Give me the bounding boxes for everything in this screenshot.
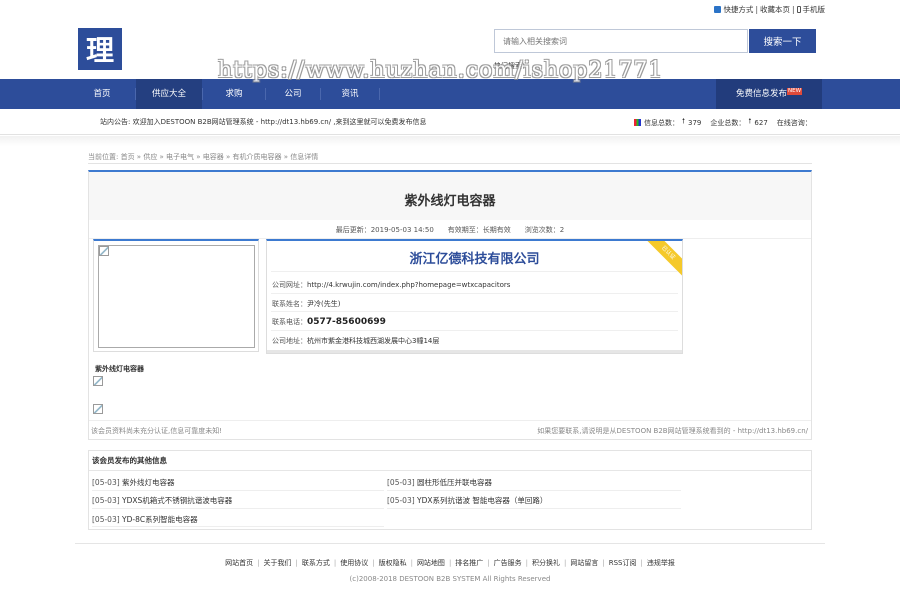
list-item[interactable]: [05-03] 紫外线灯电容器 [92, 477, 175, 488]
publish-button[interactable]: 免费信息发布NEW [716, 79, 822, 109]
contact-phone-row: 联系电话：0577-85600699 [272, 317, 386, 327]
up-arrow-icon: 🠕 [748, 117, 752, 125]
footer-link-sitemap[interactable]: 网站地图 [417, 559, 445, 567]
contact-note: 如果您要联系,请说明是从DESTOON B2B网站管理系统看到的 - http:… [537, 427, 808, 435]
footer-link-privacy[interactable]: 版权隐私 [379, 559, 407, 567]
favorite-link[interactable]: 收藏本页 [760, 4, 790, 15]
search-input[interactable] [494, 29, 748, 53]
footer-link-rss[interactable]: RSS订阅 [609, 559, 637, 567]
footer-link-message[interactable]: 网站留言 [570, 559, 598, 567]
nav-buy[interactable]: 求购 [203, 79, 265, 109]
top-bar: 快捷方式 | 收藏本页 | 手机版 [0, 0, 900, 18]
product-name: 紫外线灯电容器 [95, 365, 144, 373]
site-logo[interactable]: 理 [78, 28, 122, 70]
notice-bar: 站内公告: 欢迎加入DESTOON B2B网站管理系统 - http://dt1… [0, 109, 900, 135]
footer-link-home[interactable]: 网站首页 [225, 559, 253, 567]
nav-company[interactable]: 公司 [266, 79, 320, 109]
footer-link-ads[interactable]: 广告服务 [494, 559, 522, 567]
stats-icon [634, 119, 641, 126]
shortcut-icon [714, 6, 722, 13]
company-name[interactable]: 浙江亿德科技有限公司 [267, 248, 682, 267]
broken-image-icon[interactable] [93, 404, 103, 414]
breadcrumb[interactable]: 当前位置: 首页 » 供应 » 电子电气 » 电容器 » 有机介质电容器 » 信… [88, 152, 318, 162]
watermark: https://www.huzhan.com/ishop21771 [218, 58, 664, 83]
up-arrow-icon: 🠕 [682, 117, 686, 125]
company-website-link[interactable]: http://4.krwujin.com/index.php?homepage=… [307, 281, 510, 289]
product-image[interactable] [98, 245, 255, 348]
product-image-box [93, 239, 259, 352]
info-count: 379 [688, 118, 702, 127]
product-detail: 紫外线灯电容器 最后更新：2019-05-03 14:50 有效期至：长期有效 … [88, 170, 812, 440]
verification-note: 该会员资料尚未充分认证,信息可靠度未知! [91, 427, 223, 435]
mobile-icon [796, 6, 801, 13]
footer-links: 网站首页 | 关于我们 | 联系方式 | 使用协议 | 版权隐私 | 网站地图 | 排名推广 | 广告服务 |… [225, 559, 675, 567]
other-listings-title: 该会员发布的其他信息 [89, 451, 811, 471]
product-meta: 最后更新：2019-05-03 14:50 有效期至：长期有效 浏览次数：2 [335, 226, 565, 234]
nav-home[interactable]: 首页 [78, 79, 126, 109]
site-stats: 信息总数： 🠕 379 企业总数： 🠕 627 在线咨询： [634, 117, 812, 128]
top-links: 快捷方式 | 收藏本页 | 手机版 [714, 4, 825, 15]
footer-link-contact[interactable]: 联系方式 [302, 559, 330, 567]
broken-image-icon [99, 246, 109, 256]
footer-link-about[interactable]: 关于我们 [264, 559, 292, 567]
footer-link-ranking[interactable]: 排名推广 [455, 559, 483, 567]
page-title: 紫外线灯电容器 [404, 194, 496, 209]
list-item[interactable]: [05-03] YDX系列抗谐波 智能电容器（单回路） [387, 495, 547, 506]
broken-image-icon[interactable] [93, 376, 103, 386]
list-item[interactable]: [05-03] 圆柱形低压并联电容器 [387, 477, 492, 488]
online-label: 在线咨询： [776, 118, 812, 127]
footer-link-points[interactable]: 积分换礼 [532, 559, 560, 567]
contact-name-row: 联系姓名：尹冷(先生) [272, 300, 341, 308]
copyright: (c)2008-2018 DESTOON B2B SYSTEM All Righ… [349, 575, 551, 583]
company-card: 已认证 浙江亿德科技有限公司 公司网址：http://4.krwujin.com… [266, 239, 683, 354]
footer-link-terms[interactable]: 使用协议 [340, 559, 368, 567]
company-website-row: 公司网址：http://4.krwujin.com/index.php?home… [272, 281, 511, 289]
list-item[interactable]: [05-03] YD-8C系列智能电容器 [92, 514, 198, 525]
nav-news[interactable]: 资讯 [321, 79, 379, 109]
company-address-row: 公司地址：杭州市紫金港科技城西湖发展中心3幢14层 [272, 337, 440, 345]
footer-link-report[interactable]: 违规举报 [647, 559, 675, 567]
mobile-link[interactable]: 手机版 [803, 4, 826, 15]
quick-link[interactable]: 快捷方式 [723, 4, 753, 15]
corp-count: 627 [754, 118, 768, 127]
new-badge: NEW [786, 88, 803, 95]
nav-supply[interactable]: 供应大全 [136, 79, 202, 109]
notice-text[interactable]: 站内公告: 欢迎加入DESTOON B2B网站管理系统 - http://dt1… [100, 117, 427, 127]
search-button[interactable]: 搜索一下 [749, 29, 816, 53]
other-listings: 该会员发布的其他信息 [05-03] 紫外线灯电容器 [05-03] 圆柱形低压… [88, 450, 812, 530]
list-item[interactable]: [05-03] YDXS机箱式不锈钢抗谐波电容器 [92, 495, 232, 506]
